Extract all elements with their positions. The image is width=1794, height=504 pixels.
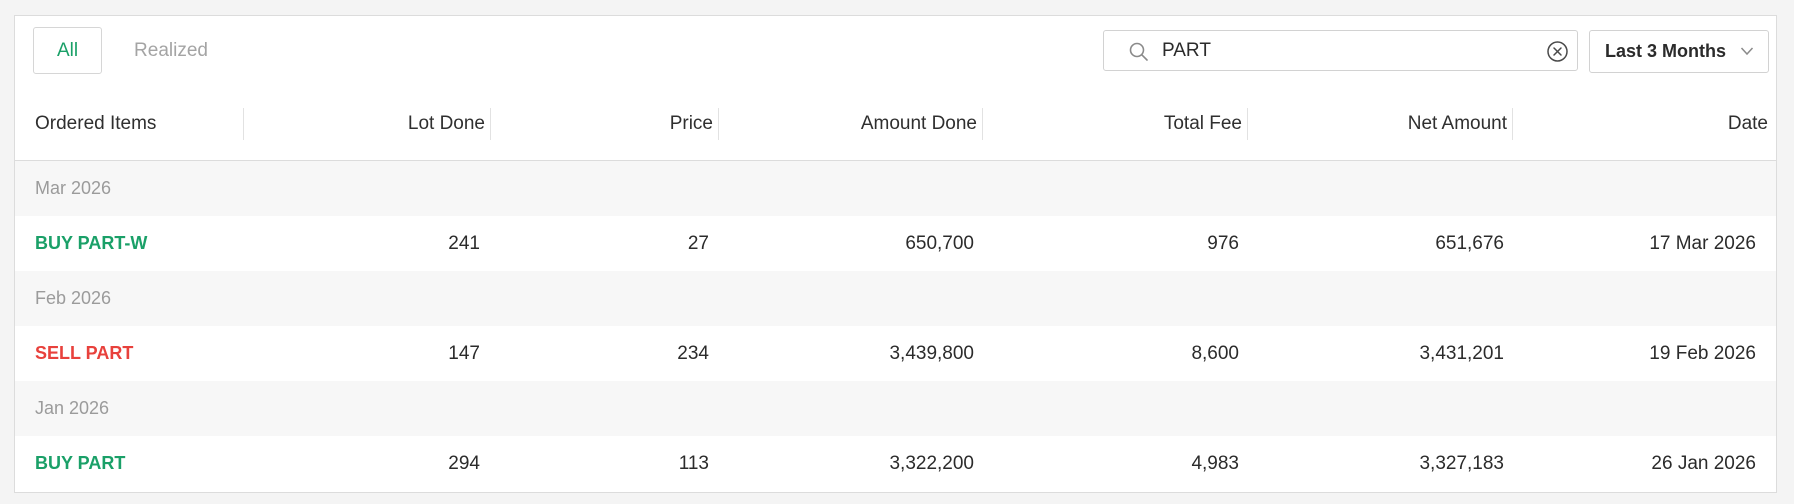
order-item-name[interactable]: SELL PART xyxy=(35,343,133,364)
group-header: Mar 2026 xyxy=(15,161,1776,216)
column-total-fee[interactable]: Total Fee xyxy=(985,88,1242,160)
date-value: 26 Jan 2026 xyxy=(1651,452,1756,474)
amount-done-value: 3,322,200 xyxy=(889,452,974,474)
search-input[interactable] xyxy=(1162,35,1522,66)
column-price[interactable]: Price xyxy=(495,88,713,160)
chevron-down-icon xyxy=(1740,47,1754,56)
table-row[interactable]: BUY PART 294 113 3,322,200 4,983 3,327,1… xyxy=(15,436,1776,491)
tab-all[interactable]: All xyxy=(33,27,102,74)
order-history-panel: All Realized Last 3 Months Ordered Items xyxy=(14,15,1777,493)
group-label: Mar 2026 xyxy=(35,178,112,198)
amount-done-value: 3,439,800 xyxy=(889,342,974,364)
table-row[interactable]: BUY PART-W 241 27 650,700 976 651,676 17… xyxy=(15,216,1776,271)
tab-realized[interactable]: Realized xyxy=(111,27,231,74)
net-amount-value: 3,431,201 xyxy=(1419,342,1504,364)
column-net-amount[interactable]: Net Amount xyxy=(1250,88,1507,160)
search-icon xyxy=(1129,42,1148,61)
net-amount-value: 3,327,183 xyxy=(1419,452,1504,474)
lot-done-value: 147 xyxy=(448,342,480,364)
column-lot-done[interactable]: Lot Done xyxy=(245,88,485,160)
column-amount-done[interactable]: Amount Done xyxy=(725,88,977,160)
amount-done-value: 650,700 xyxy=(905,232,974,254)
total-fee-value: 8,600 xyxy=(1191,342,1239,364)
total-fee-value: 4,983 xyxy=(1191,452,1239,474)
column-date[interactable]: Date xyxy=(1515,88,1768,160)
toolbar: All Realized Last 3 Months Ordered Items xyxy=(15,16,1776,161)
date-value: 19 Feb 2026 xyxy=(1649,342,1756,364)
period-label: Last 3 Months xyxy=(1605,41,1727,61)
order-item-name[interactable]: BUY PART-W xyxy=(35,233,147,254)
clear-circle-icon[interactable] xyxy=(1546,40,1569,63)
column-ordered-items: Ordered Items xyxy=(35,113,157,134)
date-value: 17 Mar 2026 xyxy=(1649,232,1756,254)
group-label: Jan 2026 xyxy=(35,398,110,418)
group-label: Feb 2026 xyxy=(35,288,112,308)
table-row[interactable]: SELL PART 147 234 3,439,800 8,600 3,431,… xyxy=(15,326,1776,381)
price-value: 27 xyxy=(687,232,709,254)
group-header: Jan 2026 xyxy=(15,381,1776,436)
lot-done-value: 294 xyxy=(448,452,480,474)
group-header: Feb 2026 xyxy=(15,271,1776,326)
search-box xyxy=(1103,30,1578,71)
price-value: 234 xyxy=(677,342,709,364)
net-amount-value: 651,676 xyxy=(1435,232,1504,254)
period-dropdown[interactable]: Last 3 Months xyxy=(1589,30,1769,73)
lot-done-value: 241 xyxy=(448,232,480,254)
order-item-name[interactable]: BUY PART xyxy=(35,453,125,474)
table-header: Ordered Items Lot Done Price Amount Done… xyxy=(15,88,1776,161)
total-fee-value: 976 xyxy=(1207,232,1239,254)
price-value: 113 xyxy=(678,452,709,474)
